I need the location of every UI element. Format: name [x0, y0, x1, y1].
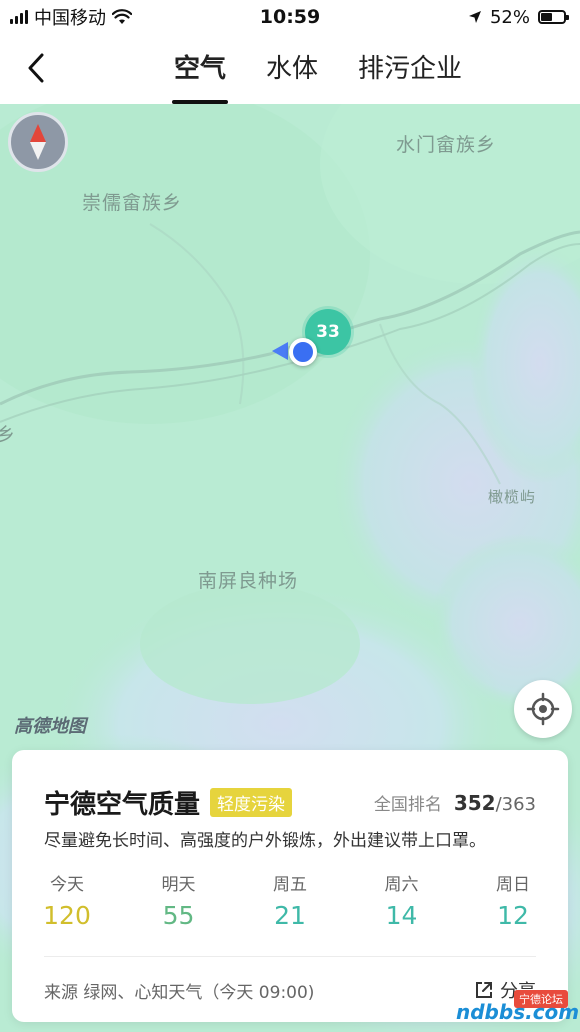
tab-bar: 空气 水体 排污企业	[170, 34, 466, 104]
forecast-day: 周六 14	[369, 870, 435, 930]
aqi-forecast: 今天 120 明天 55 周五 21 周六 14 周日 12	[34, 870, 546, 930]
status-bar: 中国移动 10:59 52%	[0, 0, 580, 34]
forecast-day-label: 周日	[496, 875, 530, 895]
tab-polluters[interactable]: 排污企业	[354, 34, 466, 104]
nav-bar: 空气 水体 排污企业	[0, 34, 580, 104]
signal-icon	[10, 10, 28, 24]
carrier-name: 中国移动	[34, 8, 106, 29]
forecast-day: 明天 55	[146, 870, 212, 930]
back-button[interactable]	[20, 48, 52, 88]
compass-button[interactable]	[8, 112, 68, 172]
tab-air[interactable]: 空气	[170, 34, 230, 104]
forecast-aqi-value: 55	[162, 901, 195, 930]
compass-icon	[30, 124, 46, 160]
watermark-text: ndbbs.com	[456, 1000, 580, 1024]
forecast-day: 周五 21	[257, 870, 323, 930]
tab-water[interactable]: 水体	[262, 34, 322, 104]
place-label-nanping: 南屏良种场	[198, 570, 299, 592]
battery-percent: 52%	[489, 6, 530, 28]
card-divider	[44, 956, 536, 957]
forecast-day-label: 周五	[273, 875, 307, 895]
user-location-marker	[289, 338, 317, 366]
forecast-day-label: 今天	[50, 875, 84, 895]
rank-total: /363	[495, 793, 536, 815]
site-watermark: 宁德论坛 ndbbs.com	[454, 988, 580, 1030]
heading-arrow-icon	[272, 342, 288, 360]
data-source: 来源 绿网、心知天气（今天 09:00)	[44, 982, 315, 1003]
location-arrow-icon	[468, 10, 482, 24]
map-provider-logo: 高德地图	[14, 716, 86, 737]
status-time: 10:59	[259, 6, 321, 28]
pollution-level-badge: 轻度污染	[210, 787, 293, 817]
status-right: 52%	[468, 6, 569, 28]
locate-button[interactable]	[514, 680, 572, 738]
forecast-day: 周日 12	[480, 870, 546, 930]
place-label-shuimen: 水门畲族乡	[396, 134, 497, 156]
rank-label: 全国排名	[373, 794, 442, 815]
locate-icon	[526, 692, 560, 726]
aq-title: 宁德空气质量	[44, 789, 201, 820]
forecast-aqi-value: 120	[43, 901, 91, 930]
air-quality-card: 宁德空气质量 轻度污染 全国排名 352/363 尽量避免长时间、高强度的户外锻…	[12, 750, 568, 1022]
health-tip: 尽量避免长时间、高强度的户外锻炼，外出建议带上口罩。	[44, 831, 486, 851]
place-label-edge: 乡	[0, 424, 17, 446]
forecast-day: 今天 120	[34, 870, 100, 930]
forecast-day-label: 明天	[161, 875, 196, 895]
status-left: 中国移动	[10, 4, 132, 30]
forecast-day-label: 周六	[384, 875, 419, 895]
rank-value: 352	[453, 790, 496, 815]
forecast-aqi-value: 21	[274, 901, 306, 930]
national-rank: 全国排名 352/363	[374, 790, 536, 815]
forecast-aqi-value: 14	[385, 901, 418, 930]
battery-fill	[541, 13, 553, 21]
forecast-aqi-value: 12	[497, 901, 529, 930]
back-chevron-icon	[28, 53, 44, 83]
place-label-chongru: 崇儒畲族乡	[82, 192, 183, 214]
battery-icon	[538, 10, 569, 24]
aq-header: 宁德空气质量 轻度污染 全国排名 352/363	[44, 782, 536, 822]
wifi-icon	[112, 9, 132, 25]
place-label-ganlanyu: 橄榄屿	[488, 488, 537, 506]
